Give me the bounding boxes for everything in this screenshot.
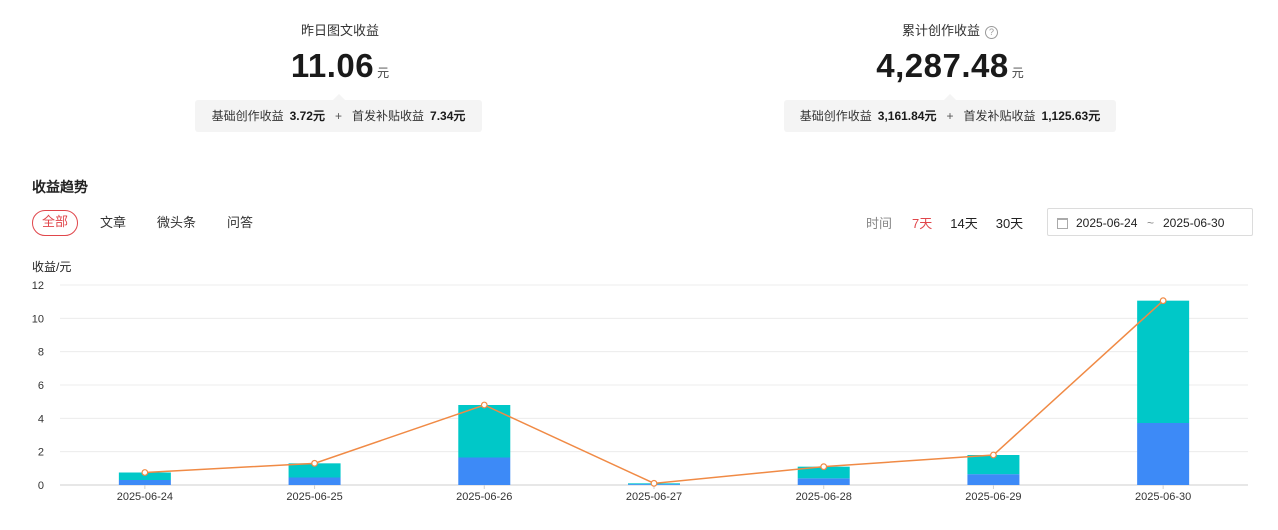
total-bonus-label: 首发补贴收益 xyxy=(963,109,1036,123)
calendar-icon xyxy=(1057,218,1068,229)
yesterday-earnings-breakdown: 基础创作收益 3.72元 + 首发补贴收益 7.34元 xyxy=(195,94,482,132)
tab-micro-headline[interactable]: 微头条 xyxy=(148,211,205,235)
x-tick-label: 2025-06-25 xyxy=(286,491,342,503)
yesterday-plus-sign: + xyxy=(334,109,342,123)
yesterday-earnings-title: 昨日图文收益 xyxy=(300,23,379,38)
bar-base xyxy=(797,478,850,485)
yesterday-earnings-unit: 元 xyxy=(377,66,390,80)
bar-base xyxy=(458,457,511,485)
tab-all[interactable]: 全部 xyxy=(32,210,79,236)
total-base-value: 3,161.84元 xyxy=(877,109,937,123)
help-icon[interactable]: ? xyxy=(985,26,998,39)
bar-base xyxy=(967,474,1020,485)
x-axis-labels: 2025-06-24 2025-06-25 2025-06-26 2025-06-27… xyxy=(117,491,1192,503)
total-earnings-title-row: 累计创作收益? xyxy=(716,22,1184,40)
x-tick-label: 2025-06-29 xyxy=(965,491,1021,503)
total-earnings-title: 累计创作收益 xyxy=(901,23,980,38)
y-tick-label: 0 xyxy=(38,480,44,492)
y-tick-label: 2 xyxy=(38,447,44,459)
bar-base xyxy=(288,477,341,485)
total-plus-sign: + xyxy=(946,109,954,123)
period-30-days[interactable]: 30天 xyxy=(996,213,1023,232)
x-tick-label: 2025-06-28 xyxy=(796,491,852,503)
date-separator: ~ xyxy=(1147,216,1155,230)
yesterday-earnings-number: 11.06 xyxy=(290,47,375,84)
y-axis-label: 收益/元 xyxy=(32,260,71,274)
line-point xyxy=(990,451,997,459)
period-selector: 时间 7天 14天 30天 xyxy=(866,210,1041,234)
line-point xyxy=(311,459,318,467)
total-earnings-unit: 元 xyxy=(1011,66,1024,80)
yesterday-bonus-label: 首发补贴收益 xyxy=(352,109,425,123)
period-7-days[interactable]: 7天 xyxy=(912,213,932,232)
line-point xyxy=(820,463,828,471)
line-point xyxy=(1159,297,1167,305)
x-tick-label: 2025-06-27 xyxy=(626,491,682,503)
total-earnings-value: 4,287.48 元 xyxy=(716,46,1184,93)
x-tick-label: 2025-06-30 xyxy=(1135,491,1191,503)
total-base-label: 基础创作收益 xyxy=(799,109,872,123)
yesterday-earnings-value: 11.06 元 xyxy=(140,46,540,93)
tab-qa[interactable]: 问答 xyxy=(218,211,262,235)
earnings-trend-chart: 收益/元 024681012 2025-06-24 2025-06-25 2025-… xyxy=(32,260,1248,503)
y-tick-label: 10 xyxy=(32,313,44,325)
time-label: 时间 xyxy=(866,215,893,231)
y-tick-label: 8 xyxy=(38,347,44,359)
period-14-days[interactable]: 14天 xyxy=(950,213,977,232)
x-tick-label: 2025-06-26 xyxy=(456,491,512,503)
y-tick-label: 6 xyxy=(38,380,44,392)
yesterday-base-value: 3.72元 xyxy=(289,109,325,123)
bar-base xyxy=(1137,423,1190,485)
line-point xyxy=(650,479,658,487)
y-tick-label: 4 xyxy=(38,413,44,425)
y-tick-label: 12 xyxy=(32,280,44,292)
tab-article[interactable]: 文章 xyxy=(91,211,135,235)
total-earnings-number: 4,287.48 xyxy=(876,47,1009,84)
yesterday-bonus-value: 7.34元 xyxy=(430,109,466,123)
total-earnings-breakdown: 基础创作收益 3,161.84元 + 首发补贴收益 1,125.63元 xyxy=(784,94,1116,132)
date-start[interactable]: 2025-06-24 xyxy=(1076,209,1137,237)
trend-section-title: 收益趋势 xyxy=(32,179,88,195)
chart-bars xyxy=(118,300,1190,489)
chart-grid: 0 2 4 6 8 10 12 xyxy=(32,280,1248,492)
date-range-picker[interactable]: 2025-06-24 ~ 2025-06-30 xyxy=(1047,208,1253,236)
bar-bonus xyxy=(1137,300,1190,423)
line-point xyxy=(141,469,149,476)
date-end[interactable]: 2025-06-30 xyxy=(1163,209,1224,237)
yesterday-base-label: 基础创作收益 xyxy=(211,109,284,123)
line-point xyxy=(480,401,488,409)
bar-base xyxy=(118,480,171,485)
content-type-tabs: 全部 文章 微头条 问答 xyxy=(32,210,275,236)
x-tick-label: 2025-06-24 xyxy=(117,491,173,503)
total-bonus-value: 1,125.63元 xyxy=(1041,109,1101,123)
